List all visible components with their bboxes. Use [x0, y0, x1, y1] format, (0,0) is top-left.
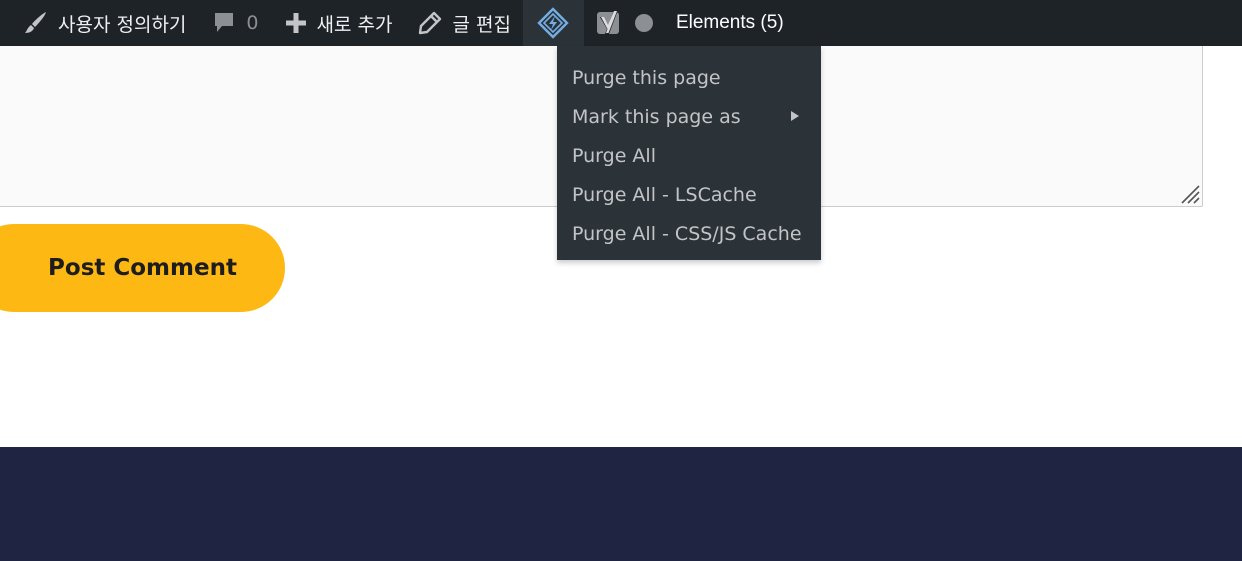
litespeed-diamond-icon [537, 7, 570, 39]
menu-item-mark-this-page-as[interactable]: Mark this page as [557, 97, 821, 136]
adminbar-yoast[interactable] [584, 0, 628, 46]
adminbar-new-content[interactable]: 새로 추가 [269, 0, 403, 46]
menu-item-label: Purge this page [572, 66, 721, 89]
menu-item-label: Purge All - CSS/JS Cache [572, 222, 802, 245]
post-comment-button[interactable]: Post Comment [0, 224, 285, 312]
adminbar-elements[interactable]: Elements (5) [662, 0, 794, 46]
adminbar-litespeed[interactable] [522, 0, 584, 46]
litespeed-dropdown-menu: Purge this page Mark this page as Purge … [557, 46, 821, 260]
status-dot-icon [634, 13, 654, 33]
plus-icon [285, 12, 307, 34]
comments-count: 0 [246, 12, 259, 34]
adminbar-edit-post[interactable]: 글 편집 [402, 0, 520, 46]
elements-label: Elements (5) [675, 12, 784, 33]
edit-label: 글 편집 [452, 13, 511, 36]
submenu-arrow-icon [791, 111, 799, 121]
adminbar-seo-status[interactable] [628, 0, 662, 46]
yoast-icon [596, 8, 624, 38]
wp-admin-bar: 사용자 정의하기 0 새로 추가 글 편집 Elements (5) [0, 0, 1242, 46]
customize-label: 사용자 정의하기 [58, 13, 187, 36]
menu-item-purge-all-cssjs-cache[interactable]: Purge All - CSS/JS Cache [557, 214, 821, 253]
site-footer [0, 447, 1242, 561]
menu-item-purge-this-page[interactable]: Purge this page [557, 58, 821, 97]
adminbar-customize[interactable]: 사용자 정의하기 [0, 0, 196, 46]
paintbrush-icon [22, 11, 48, 35]
pencil-icon [418, 11, 442, 35]
menu-item-purge-all[interactable]: Purge All [557, 136, 821, 175]
resize-handle-icon[interactable] [1178, 182, 1200, 204]
new-label: 새로 추가 [316, 13, 393, 36]
menu-item-label: Purge All - LSCache [572, 183, 757, 206]
adminbar-comments[interactable]: 0 [196, 0, 268, 46]
comment-bubble-icon [212, 11, 236, 35]
menu-item-label: Mark this page as [572, 105, 741, 128]
menu-item-purge-all-lscache[interactable]: Purge All - LSCache [557, 175, 821, 214]
menu-item-label: Purge All [572, 144, 656, 167]
